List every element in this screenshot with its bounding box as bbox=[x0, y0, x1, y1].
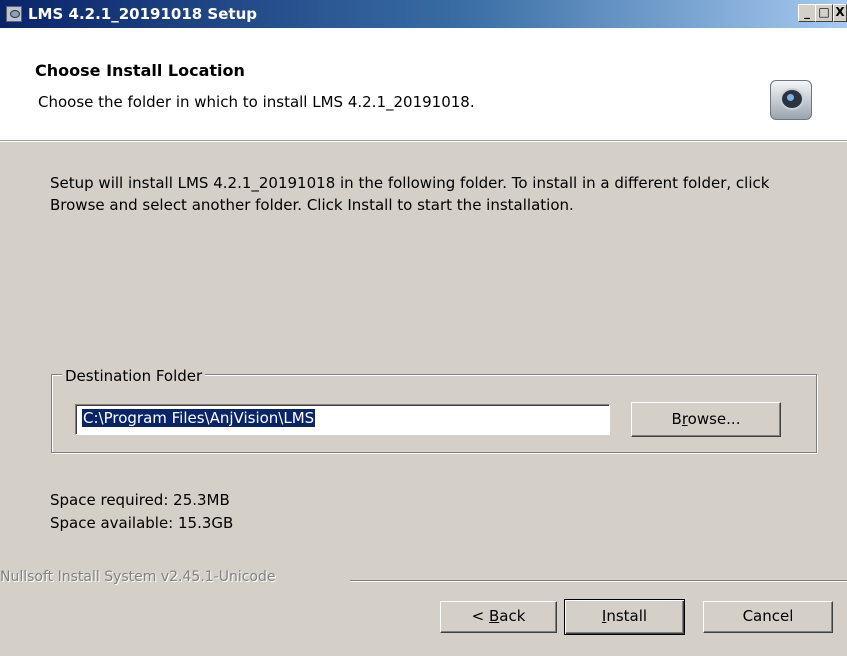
browse-label-post: owse... bbox=[687, 410, 741, 428]
page-title: Choose Install Location bbox=[35, 61, 245, 80]
back-label-accel: B bbox=[488, 607, 500, 625]
browse-button[interactable]: Browse... bbox=[631, 402, 781, 437]
minimize-button[interactable]: _ bbox=[798, 4, 816, 22]
destination-path-text: C:\Program Files\AnjVision\LMS bbox=[82, 409, 316, 427]
destination-legend: Destination Folder bbox=[62, 367, 206, 385]
description-text: Setup will install LMS 4.2.1_20191018 in… bbox=[50, 174, 770, 214]
webcam-app-icon bbox=[6, 6, 22, 22]
webcam-icon bbox=[770, 80, 812, 120]
browse-label-pre: B bbox=[671, 410, 682, 428]
space-available-text: Space available: 15.3GB bbox=[50, 514, 234, 532]
close-button[interactable]: X bbox=[833, 4, 847, 22]
footer-divider bbox=[350, 580, 847, 582]
back-label-pre: < bbox=[471, 607, 489, 625]
install-label-post: nstall bbox=[606, 607, 648, 625]
header-panel: Choose Install Location Choose the folde… bbox=[0, 28, 847, 142]
installer-branding: Nullsoft Install System v2.45.1-Unicode bbox=[0, 569, 276, 585]
back-label-post: ack bbox=[499, 607, 526, 625]
destination-folder-input[interactable]: C:\Program Files\AnjVision\LMS bbox=[75, 404, 610, 435]
cancel-button[interactable]: Cancel bbox=[703, 601, 833, 633]
window-title: LMS 4.2.1_20191018 Setup bbox=[28, 5, 257, 23]
page-subtitle: Choose the folder in which to install LM… bbox=[38, 93, 475, 111]
maximize-button[interactable]: □ bbox=[815, 4, 833, 22]
back-button[interactable]: < Back bbox=[440, 601, 557, 633]
title-bar: LMS 4.2.1_20191018 Setup _ □ X bbox=[0, 0, 847, 28]
install-button[interactable]: Install bbox=[564, 599, 685, 635]
space-required-text: Space required: 25.3MB bbox=[50, 491, 230, 509]
